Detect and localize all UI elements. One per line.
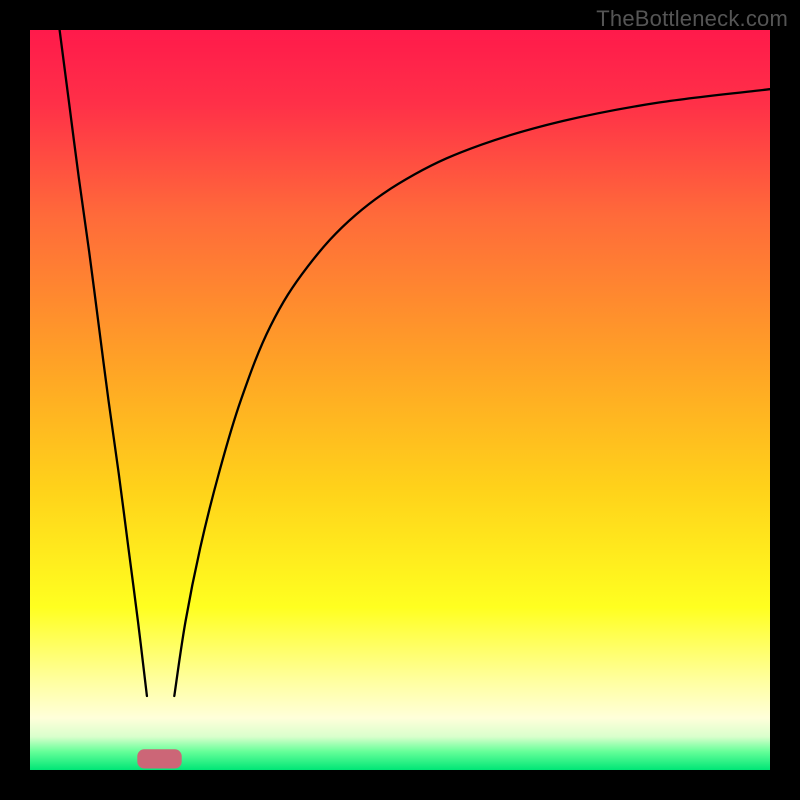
chart-plot-area	[30, 30, 770, 770]
optimum-marker	[137, 749, 181, 768]
chart-svg	[0, 0, 800, 800]
watermark-text: TheBottleneck.com	[596, 6, 788, 32]
bottleneck-chart: TheBottleneck.com	[0, 0, 800, 800]
